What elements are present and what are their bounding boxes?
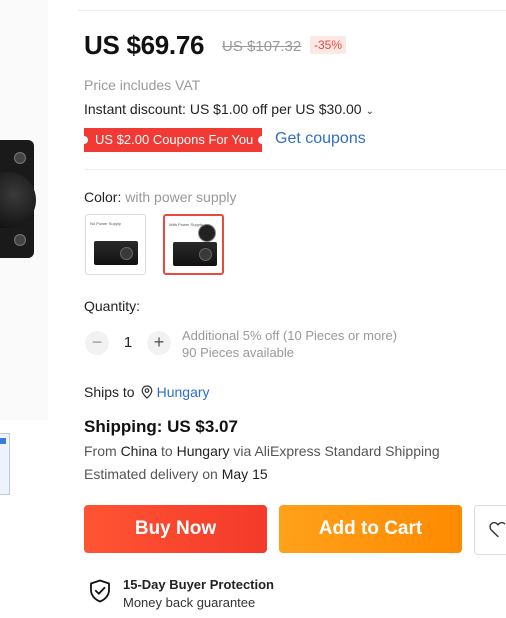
amplifier-thumbnail bbox=[94, 241, 138, 265]
color-option-with-power-supply[interactable]: With Power Supply bbox=[163, 214, 224, 275]
image-thumbnail[interactable] bbox=[0, 433, 10, 495]
swatch-caption: With Power Supply bbox=[169, 222, 203, 227]
heart-icon bbox=[489, 521, 506, 538]
wishlist-button[interactable] bbox=[474, 505, 506, 555]
coupon-tag[interactable]: US $2.00 Coupons For You bbox=[79, 128, 267, 152]
vat-note: Price includes VAT bbox=[84, 77, 201, 93]
stock-available: 90 Pieces available bbox=[182, 345, 295, 360]
chevron-down-icon: ⌄ bbox=[365, 106, 374, 117]
get-coupons-link[interactable]: Get coupons bbox=[275, 130, 366, 148]
quantity-note: Additional 5% off (10 Pieces or more) 90… bbox=[182, 327, 397, 361]
quantity-increase-button[interactable]: + bbox=[147, 331, 171, 355]
quantity-decrease-button[interactable]: − bbox=[85, 331, 109, 355]
instant-discount[interactable]: Instant discount: US $1.00 off per US $3… bbox=[84, 101, 374, 117]
power-supply-thumbnail bbox=[198, 224, 216, 242]
current-price: US $69.76 bbox=[84, 30, 205, 60]
route-via: via AliExpress Standard Shipping bbox=[229, 443, 440, 459]
original-price: US $107.32 bbox=[222, 38, 302, 55]
quantity-label: Quantity: bbox=[84, 298, 141, 314]
discount-badge: -35% bbox=[310, 36, 347, 54]
route-destination: Hungary bbox=[176, 443, 230, 459]
color-label-text: Color: bbox=[84, 189, 122, 205]
add-to-cart-button[interactable]: Add to Cart bbox=[279, 505, 462, 553]
shield-check-icon bbox=[90, 579, 110, 603]
quantity-input[interactable]: 1 bbox=[116, 334, 140, 351]
ships-to: Ships to Hungary bbox=[84, 384, 210, 400]
shipping-route: From China to Hungary via AliExpress Sta… bbox=[84, 443, 440, 459]
route-origin: China bbox=[120, 443, 158, 459]
color-selected-value: with power supply bbox=[125, 189, 237, 205]
route-to: to bbox=[157, 443, 177, 459]
amplifier-thumbnail bbox=[173, 242, 217, 266]
divider bbox=[78, 10, 506, 11]
device-screw bbox=[14, 152, 26, 164]
delivery-date: May 15 bbox=[221, 466, 268, 482]
divider bbox=[84, 169, 506, 170]
ship-country-link[interactable]: Hungary bbox=[157, 384, 210, 400]
route-from: From bbox=[84, 443, 121, 459]
buyer-protection-subtitle: Money back guarantee bbox=[123, 595, 256, 610]
ships-to-label: Ships to bbox=[84, 384, 135, 400]
instant-discount-text: Instant discount: US $1.00 off per US $3… bbox=[84, 101, 362, 117]
product-image bbox=[0, 0, 48, 420]
buy-now-button[interactable]: Buy Now bbox=[84, 505, 267, 553]
delivery-prefix: Estimated delivery on bbox=[84, 466, 222, 482]
buyer-protection-title: 15-Day Buyer Protection bbox=[123, 577, 274, 592]
bulk-discount-note: Additional 5% off (10 Pieces or more) bbox=[182, 328, 398, 343]
location-pin-icon bbox=[141, 385, 152, 399]
color-option-no-power-supply[interactable]: No Power Supply bbox=[85, 214, 146, 275]
estimated-delivery: Estimated delivery on May 15 bbox=[84, 466, 268, 482]
swatch-caption: No Power Supply bbox=[90, 221, 121, 226]
color-label: Color: with power supply bbox=[84, 189, 237, 205]
shipping-cost: Shipping: US $3.07 bbox=[84, 417, 238, 436]
device-screw bbox=[14, 234, 26, 246]
